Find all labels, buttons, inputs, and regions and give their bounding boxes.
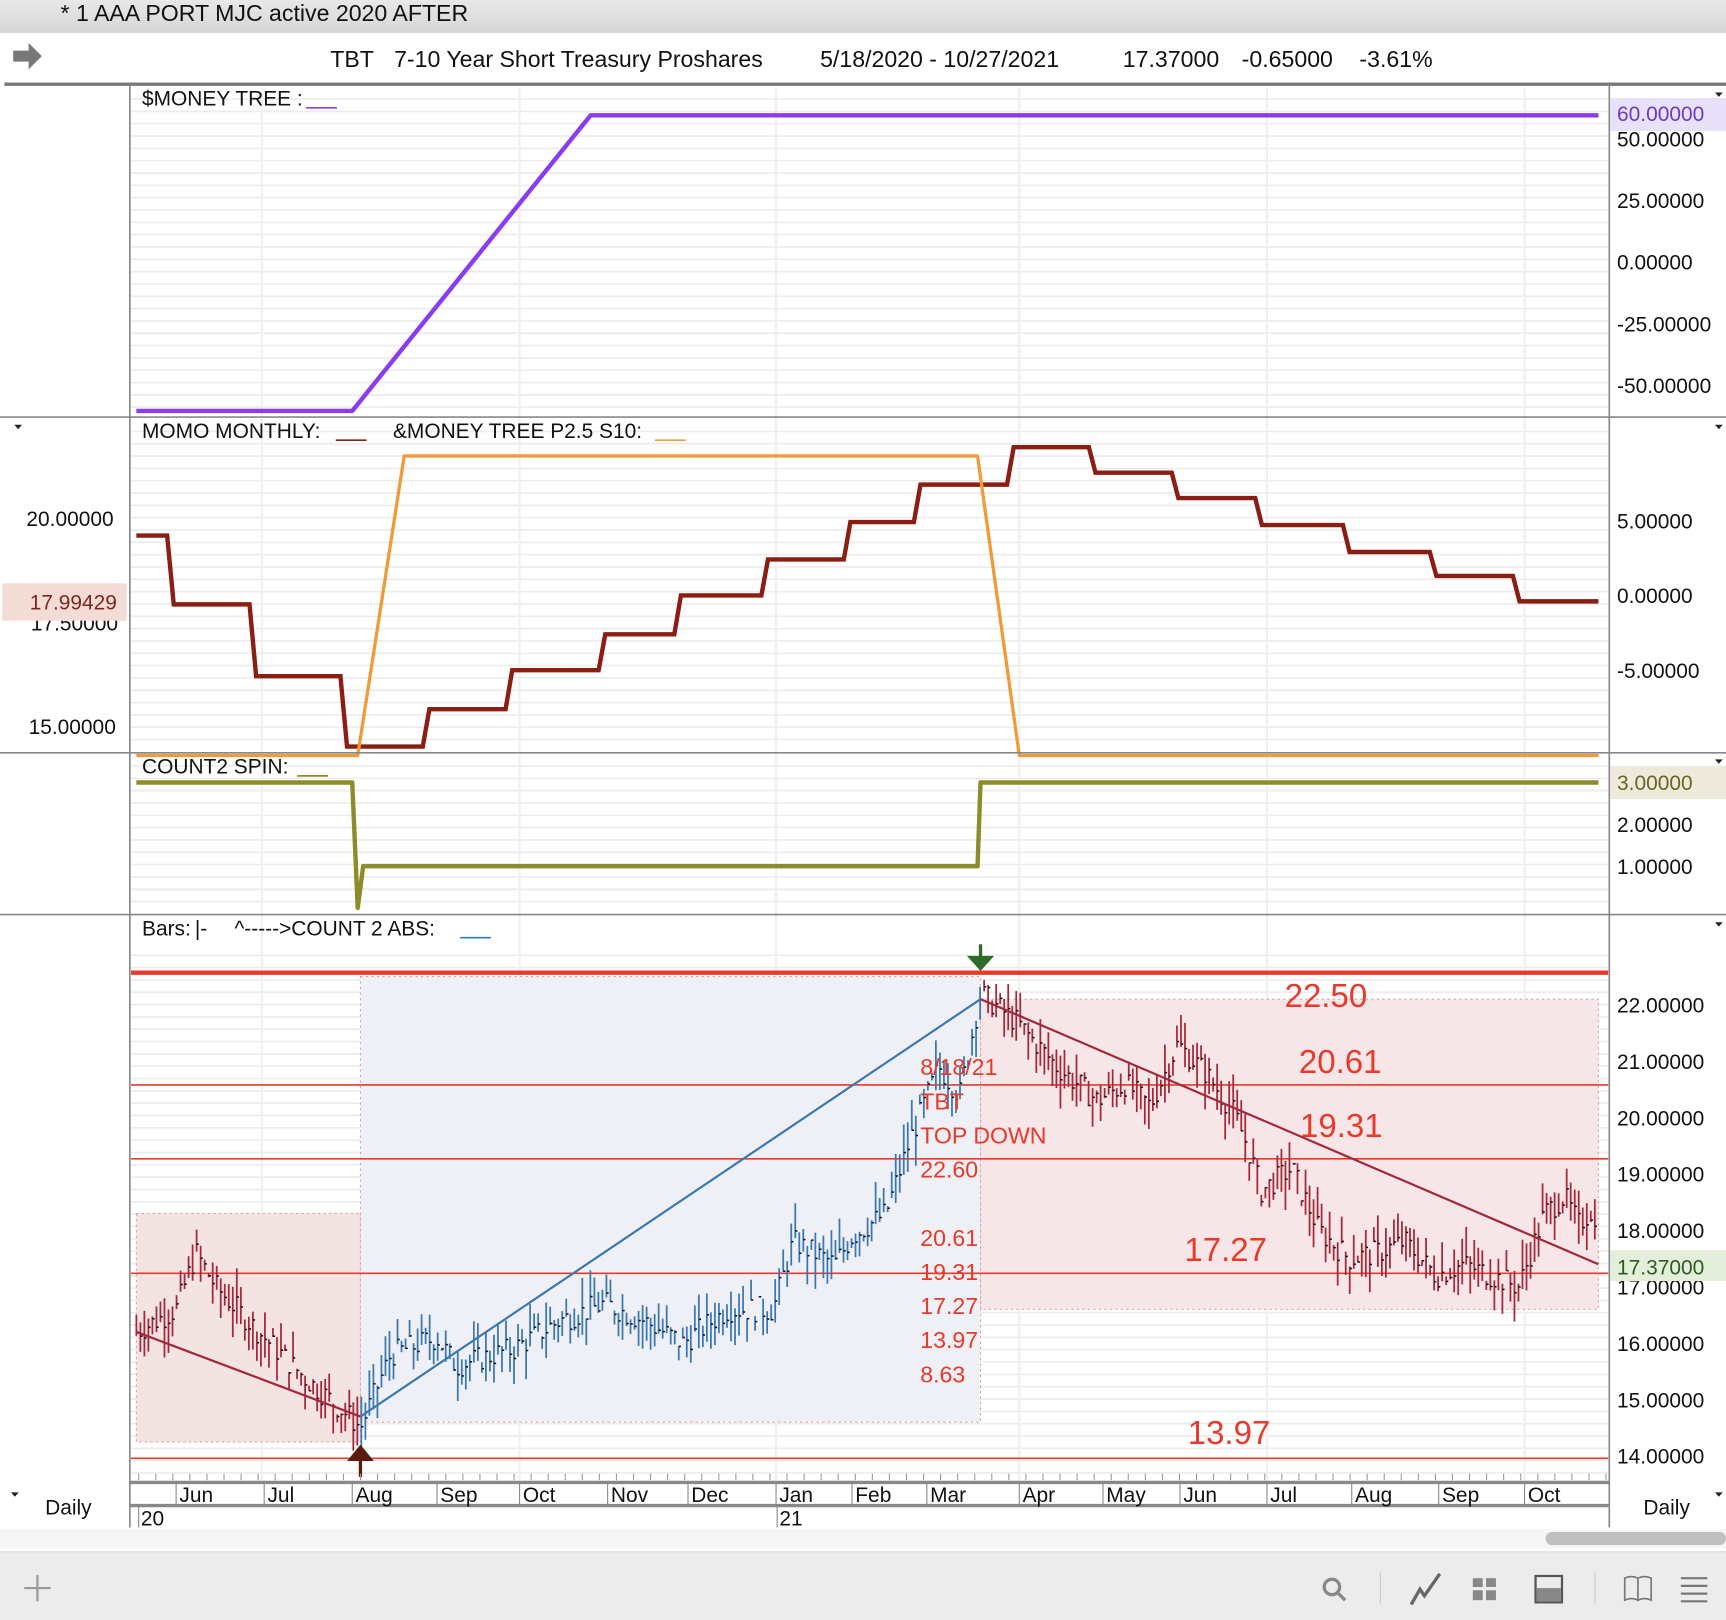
window-title: * 1 AAA PORT MJC active 2020 AFTER bbox=[61, 0, 469, 26]
svg-text:19.31: 19.31 bbox=[1300, 1107, 1383, 1144]
svg-text:22.50: 22.50 bbox=[1285, 977, 1368, 1014]
year-label: 20 bbox=[141, 1507, 164, 1530]
svg-text:20.61: 20.61 bbox=[1299, 1043, 1382, 1080]
svg-text:13.97: 13.97 bbox=[920, 1327, 978, 1353]
svg-text:15.00000: 15.00000 bbox=[29, 716, 116, 739]
svg-text:22.60: 22.60 bbox=[920, 1157, 978, 1183]
svg-text:COUNT2 SPIN:: COUNT2 SPIN: bbox=[142, 756, 288, 779]
month-label: Jul bbox=[267, 1484, 294, 1507]
momo-left-axis: 20.00000 17.50000 15.00000 17.99429 bbox=[2, 508, 127, 739]
price-axis-label: 16.00000 bbox=[1617, 1333, 1704, 1356]
count2-axis: 3.00000 2.00000 1.00000 bbox=[1610, 765, 1726, 879]
month-label: Apr bbox=[1023, 1484, 1056, 1507]
svg-text:-5.00000: -5.00000 bbox=[1617, 660, 1700, 683]
period-selector-left[interactable]: Daily bbox=[45, 1496, 92, 1519]
month-label: Jun bbox=[1183, 1484, 1217, 1507]
svg-text:50.00000: 50.00000 bbox=[1617, 128, 1704, 151]
svg-text:MOMO MONTHLY:: MOMO MONTHLY: bbox=[142, 420, 321, 443]
month-label: Jun bbox=[179, 1484, 213, 1507]
month-label: Sep bbox=[1442, 1484, 1479, 1507]
scrollbar-thumb[interactable] bbox=[1545, 1531, 1726, 1546]
svg-text:1.00000: 1.00000 bbox=[1617, 856, 1693, 879]
price-axis-label: 18.00000 bbox=[1617, 1220, 1704, 1243]
price-shading bbox=[130, 970, 1609, 1460]
header-divider bbox=[4, 82, 1726, 86]
svg-text:TOP DOWN: TOP DOWN bbox=[920, 1122, 1046, 1148]
svg-text:20.00000: 20.00000 bbox=[26, 508, 113, 531]
price-axis-label: 19.00000 bbox=[1617, 1164, 1704, 1187]
svg-text:TBT: TBT bbox=[920, 1088, 964, 1114]
month-label: May bbox=[1106, 1484, 1146, 1507]
svg-text:0.00000: 0.00000 bbox=[1617, 252, 1693, 275]
date-range: 5/18/2020 - 10/27/2021 bbox=[820, 46, 1059, 72]
year-label: 21 bbox=[779, 1507, 802, 1530]
svg-text:-50.00000: -50.00000 bbox=[1617, 375, 1711, 398]
svg-text:5.00000: 5.00000 bbox=[1617, 510, 1693, 533]
current-price-label: 17.37000 bbox=[1617, 1256, 1704, 1279]
svg-text:25.00000: 25.00000 bbox=[1617, 190, 1704, 213]
month-label: Feb bbox=[855, 1484, 891, 1507]
svg-text:$MONEY TREE :: $MONEY TREE : bbox=[142, 88, 303, 111]
price-axis: 22.00000 21.00000 20.00000 19.00000 18.00000… bbox=[1610, 995, 1726, 1469]
down-arrow-icon bbox=[966, 944, 995, 971]
price-axis-label: 15.00000 bbox=[1617, 1389, 1704, 1412]
svg-text:3.00000: 3.00000 bbox=[1617, 772, 1693, 795]
svg-text:2.00000: 2.00000 bbox=[1617, 814, 1693, 837]
last-price: 17.37000 bbox=[1123, 46, 1219, 72]
chart-window: * 1 AAA PORT MJC active 2020 AFTER TBT 7… bbox=[0, 0, 1726, 1620]
period-selector-right[interactable]: Daily bbox=[1643, 1496, 1690, 1519]
svg-text:^----->COUNT 2 ABS:: ^----->COUNT 2 ABS: bbox=[234, 917, 435, 940]
month-label: Oct bbox=[1528, 1484, 1561, 1507]
svg-text:20.61: 20.61 bbox=[920, 1225, 978, 1251]
month-label: Dec bbox=[691, 1484, 728, 1507]
svg-text:60.00000: 60.00000 bbox=[1617, 103, 1704, 126]
month-label: Sep bbox=[440, 1484, 477, 1507]
svg-text:0.00000: 0.00000 bbox=[1617, 585, 1693, 608]
svg-text:&MONEY TREE P2.5 S10:: &MONEY TREE P2.5 S10: bbox=[393, 420, 642, 443]
month-label: Jan bbox=[779, 1484, 813, 1507]
svg-text:8/18/21: 8/18/21 bbox=[920, 1054, 997, 1080]
svg-text:8.63: 8.63 bbox=[920, 1361, 965, 1387]
momo-monthly-line bbox=[136, 445, 1599, 749]
svg-text:17.27: 17.27 bbox=[1184, 1231, 1267, 1268]
svg-text:|-: |- bbox=[195, 917, 207, 940]
price-axis-label: 20.00000 bbox=[1617, 1107, 1704, 1130]
svg-text:13.97: 13.97 bbox=[1188, 1414, 1271, 1451]
money-tree-p25-line bbox=[136, 454, 1599, 758]
price-change-pct: -3.61% bbox=[1359, 46, 1432, 72]
momo-right-axis: 5.00000 0.00000 -5.00000 bbox=[1617, 510, 1700, 683]
month-label: Oct bbox=[523, 1484, 556, 1507]
month-label: Aug bbox=[356, 1484, 393, 1507]
back-arrow-icon[interactable] bbox=[13, 42, 42, 70]
price-zone-box bbox=[359, 976, 982, 1423]
money-tree-line bbox=[136, 113, 1599, 414]
price-axis-label: 22.00000 bbox=[1617, 995, 1704, 1018]
svg-text:17.27: 17.27 bbox=[920, 1293, 978, 1319]
price-axis-label: 21.00000 bbox=[1617, 1051, 1704, 1074]
svg-text:Bars:: Bars: bbox=[142, 917, 191, 940]
symbol-name: 7-10 Year Short Treasury Proshares bbox=[394, 46, 763, 72]
month-label: Jul bbox=[1270, 1484, 1297, 1507]
scrollbar-track[interactable] bbox=[0, 1528, 1726, 1549]
symbol: TBT bbox=[330, 46, 374, 72]
month-label: Aug bbox=[1355, 1484, 1392, 1507]
svg-text:17.99429: 17.99429 bbox=[30, 592, 117, 615]
price-change: -0.65000 bbox=[1242, 46, 1333, 72]
svg-text:-25.00000: -25.00000 bbox=[1617, 313, 1711, 336]
pane-momo-label: MOMO MONTHLY: &MONEY TREE P2.5 S10: bbox=[142, 420, 686, 443]
pane-price-label: Bars: |- ^----->COUNT 2 ABS: bbox=[142, 917, 491, 940]
money-tree-axis: 50.00000 25.00000 0.00000 -25.00000 -50.… bbox=[1610, 97, 1726, 398]
pane-count2-label: COUNT2 SPIN: bbox=[142, 756, 329, 779]
month-label: Mar bbox=[930, 1484, 966, 1507]
price-axis-label: 14.00000 bbox=[1617, 1446, 1704, 1469]
month-label: Nov bbox=[611, 1484, 649, 1507]
svg-text:19.31: 19.31 bbox=[920, 1259, 978, 1285]
bottom-toolbar bbox=[0, 1551, 1726, 1620]
